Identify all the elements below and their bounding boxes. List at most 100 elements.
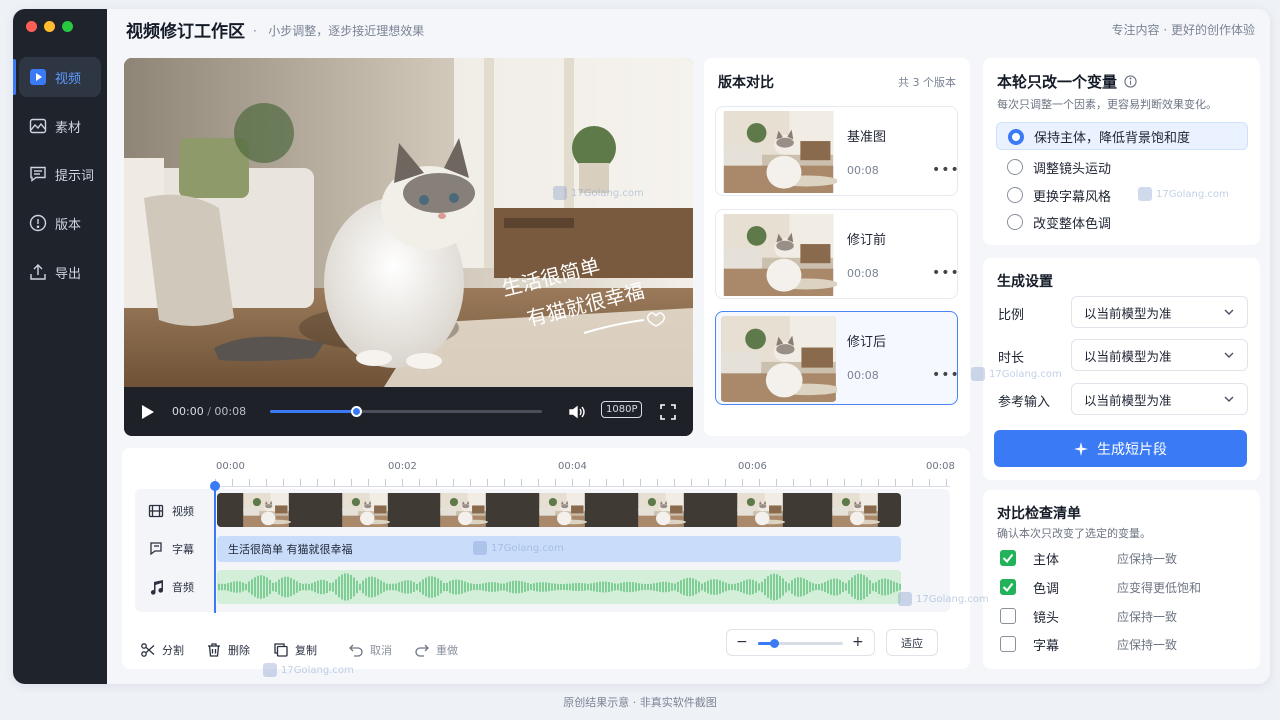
delete-button[interactable]: 删除 [206, 642, 250, 658]
time-separator: / [207, 405, 211, 418]
version-card-after[interactable]: 修订后 00:08 ••• [715, 311, 960, 405]
variable-title-text: 本轮只改一个变量 [997, 73, 1118, 91]
track-label-subtitle[interactable]: 字幕 [148, 541, 194, 557]
playhead[interactable] [210, 481, 220, 613]
progress-bar[interactable] [270, 406, 542, 417]
settings-title: 生成设置 [997, 274, 1053, 290]
zoom-control: − + [726, 629, 875, 656]
versions-title: 版本对比 [718, 75, 774, 91]
info-circle-icon [29, 214, 47, 232]
checklist-item: 主体 应保持一致 [998, 548, 1248, 570]
minimize-window-button[interactable] [44, 21, 55, 32]
track-label-audio[interactable]: 音频 [148, 579, 194, 595]
page-subtitle: · 小步调整，逐步接近理想效果 [253, 24, 425, 38]
radio-button[interactable] [1007, 187, 1023, 203]
select-value: 以当前模型为准 [1084, 348, 1172, 364]
timeline-tick: 00:06 [738, 461, 767, 472]
header-tagline: 专注内容 · 更好的创作体验 [1111, 23, 1255, 37]
checkbox-unchecked[interactable] [1000, 608, 1016, 624]
video-frame: 生活很简单 有猫就很幸福 [124, 58, 693, 387]
subtitle-clip[interactable]: 生活很简单 有猫就很幸福 [217, 536, 901, 562]
sidebar-item-assets[interactable]: 素材 [19, 106, 101, 146]
more-options-icon[interactable]: ••• [932, 265, 960, 281]
sidebar-item-prompts[interactable]: 提示词 [19, 154, 101, 194]
playhead-handle[interactable] [210, 481, 220, 491]
subtitle-text: 小步调整，逐步接近理想效果 [268, 24, 425, 38]
version-name: 修订前 [847, 233, 887, 248]
version-card-baseline[interactable]: 基准图 00:08 ••• [715, 106, 960, 196]
check-item-expectation: 应保持一致 [1117, 638, 1178, 652]
reference-input-select[interactable]: 以当前模型为准 [1071, 383, 1248, 415]
track-label-video[interactable]: 视频 [148, 503, 194, 519]
upload-icon [29, 263, 47, 281]
option-color-tone[interactable]: 改变整体色调 [996, 208, 1248, 236]
version-name: 基准图 [847, 130, 887, 145]
version-thumbnail [720, 316, 837, 402]
option-label: 改变整体色调 [1033, 216, 1112, 232]
check-item-expectation: 应保持一致 [1117, 610, 1178, 624]
radio-button[interactable] [1007, 214, 1023, 230]
duration-select[interactable]: 以当前模型为准 [1071, 339, 1248, 371]
generate-clip-button[interactable]: 生成短片段 [994, 430, 1247, 467]
subtitle-icon [148, 541, 164, 557]
sidebar-item-video[interactable]: 视频 [19, 57, 101, 97]
option-keep-subject[interactable]: 保持主体，降低背景饱和度 [996, 122, 1248, 150]
fit-button[interactable]: 适应 [886, 629, 938, 656]
undo-button[interactable]: 取消 [348, 642, 392, 658]
ratio-select[interactable]: 以当前模型为准 [1071, 296, 1248, 328]
clip-frame [832, 493, 881, 527]
clip-frame [736, 493, 785, 527]
more-options-icon[interactable]: ••• [932, 367, 960, 383]
audio-clip[interactable] [217, 570, 901, 604]
option-subtitle-style[interactable]: 更换字幕风格 [996, 181, 1248, 209]
version-card-before[interactable]: 修订前 00:08 ••• [715, 209, 960, 299]
quality-badge[interactable]: 1080P [601, 401, 643, 418]
close-window-button[interactable] [26, 21, 37, 32]
checkbox-checked[interactable] [1000, 550, 1016, 566]
video-controls: 00:00 / 00:08 1080P [124, 387, 693, 436]
info-icon[interactable] [1124, 75, 1137, 88]
zoom-in-button[interactable]: + [852, 634, 864, 650]
timeline-tick: 00:02 [388, 461, 417, 472]
play-button[interactable] [141, 404, 155, 423]
current-time: 00:00 [172, 405, 204, 418]
sidebar-item-export[interactable]: 导出 [19, 252, 101, 292]
redo-button[interactable]: 重做 [414, 642, 458, 658]
option-camera-motion[interactable]: 调整镜头运动 [996, 153, 1248, 181]
versions-panel: 版本对比 共 3 个版本 基准图 00:08 ••• 修订前 00:08 •••… [704, 58, 970, 436]
radio-button[interactable] [1008, 129, 1024, 145]
radio-button[interactable] [1007, 159, 1023, 175]
sidebar-item-label: 素材 [55, 120, 82, 136]
option-label: 保持主体，降低背景饱和度 [1034, 130, 1191, 146]
fullscreen-icon [660, 404, 676, 420]
video-player[interactable]: 生活很简单 有猫就很幸福 00:00 / 00:08 1080P [124, 58, 693, 436]
duration: 00:08 [214, 405, 247, 418]
more-options-icon[interactable]: ••• [932, 162, 960, 178]
zoom-out-button[interactable]: − [736, 634, 748, 650]
maximize-window-button[interactable] [62, 21, 73, 32]
split-button[interactable]: 分割 [140, 642, 184, 658]
audio-waveform [218, 573, 901, 601]
fullscreen-button[interactable] [660, 404, 676, 423]
clip-frame [539, 493, 588, 527]
traffic-lights [26, 21, 73, 32]
zoom-slider[interactable] [758, 639, 843, 648]
version-thumbnail [720, 214, 837, 296]
track-label-text: 字幕 [172, 543, 194, 556]
checklist-item: 镜头 应保持一致 [998, 606, 1248, 628]
video-clip[interactable] [217, 493, 901, 527]
zoom-slider-handle[interactable] [770, 639, 779, 648]
timeline-ruler [215, 479, 950, 487]
chevron-down-icon [1224, 396, 1234, 402]
checkmark-icon [1002, 553, 1014, 564]
subtitle-clip-text: 生活很简单 有猫就很幸福 [228, 543, 353, 556]
timeline-tick: 00:00 [216, 461, 245, 472]
volume-button[interactable] [568, 404, 586, 423]
progress-handle[interactable] [351, 406, 362, 417]
copy-button[interactable]: 复制 [273, 642, 317, 658]
checkbox-unchecked[interactable] [1000, 636, 1016, 652]
checkbox-checked[interactable] [1000, 579, 1016, 595]
clip-frame [243, 493, 291, 527]
sidebar-item-versions[interactable]: 版本 [19, 203, 101, 243]
video-play-icon [29, 68, 47, 86]
